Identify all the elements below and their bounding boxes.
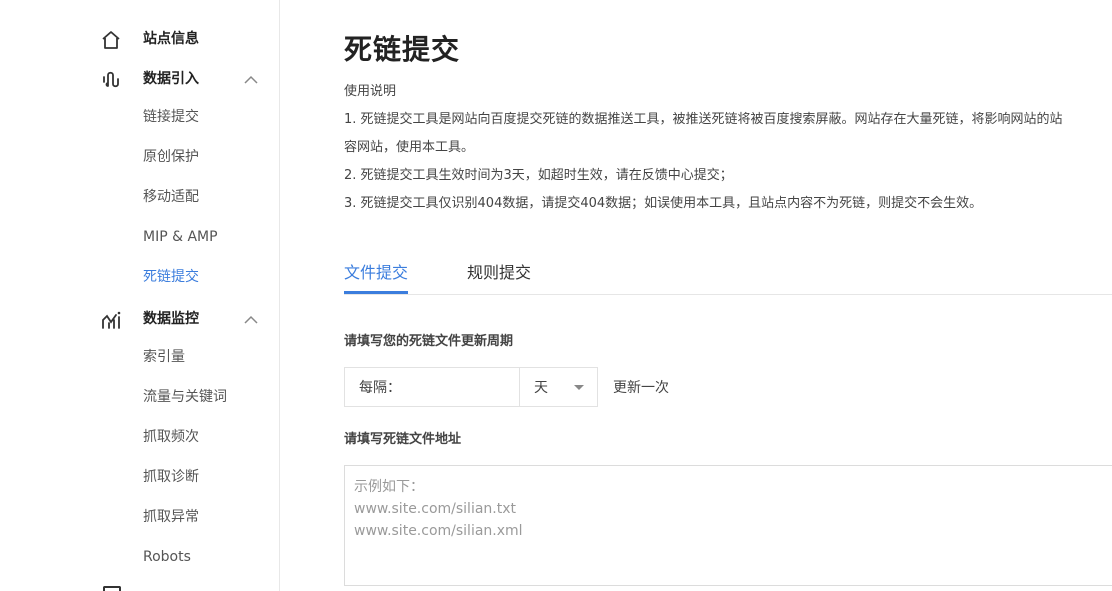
placeholder-line: www.site.com/silian.xml bbox=[354, 523, 523, 539]
sidebar-group-label: 数据监控 bbox=[143, 311, 199, 327]
caret-down-icon bbox=[574, 385, 584, 390]
placeholder-line: 示例如下： bbox=[354, 479, 424, 495]
main-content: 死链提交 使用说明 1. 死链提交工具是网站向百度提交死链的数据推送工具，被推送… bbox=[344, 0, 1112, 591]
active-tab-indicator bbox=[344, 291, 408, 294]
sidebar-item-crawl-errors[interactable]: 抓取异常 bbox=[143, 507, 199, 527]
tab-rule-submit[interactable]: 规则提交 bbox=[467, 259, 531, 283]
sidebar: 站点信息 数据引入 链接提交 原创保护 移动适配 MIP & AMP 死链提交 … bbox=[0, 0, 280, 591]
sidebar-item-robots[interactable]: Robots bbox=[143, 547, 191, 567]
sidebar-item-mobile-adapt[interactable]: 移动适配 bbox=[143, 187, 199, 207]
sidebar-item-traffic-keywords[interactable]: 流量与关键词 bbox=[143, 387, 227, 407]
intro-line-1: 1. 死链提交工具是网站向百度提交死链的数据推送工具，被推送死链将被百度搜索屏蔽… bbox=[344, 112, 1063, 127]
data-import-icon bbox=[100, 69, 122, 91]
period-prefix: 每隔： bbox=[359, 380, 401, 396]
chevron-up-icon[interactable] bbox=[243, 312, 259, 326]
period-control: 每隔： 天 bbox=[344, 367, 598, 407]
home-icon bbox=[100, 29, 122, 51]
page-title: 死链提交 bbox=[344, 33, 461, 66]
sidebar-item-original-protection[interactable]: 原创保护 bbox=[143, 147, 199, 167]
sidebar-item-link-submit[interactable]: 链接提交 bbox=[143, 107, 199, 127]
period-suffix: 更新一次 bbox=[613, 380, 669, 396]
sidebar-item-dead-link-submit[interactable]: 死链提交 bbox=[143, 267, 199, 287]
chart-icon bbox=[100, 309, 122, 331]
sidebar-item-crawl-frequency[interactable]: 抓取频次 bbox=[143, 427, 199, 447]
sidebar-group-label: 数据引入 bbox=[143, 71, 199, 87]
submit-tabs: 文件提交 规则提交 bbox=[344, 252, 1112, 295]
sidebar-item-crawl-diagnosis[interactable]: 抓取诊断 bbox=[143, 467, 199, 487]
intro-line-2: 2. 死链提交工具生效时间为3天，如超时生效，请在反馈中心提交； bbox=[344, 168, 733, 183]
intro-line-3: 3. 死链提交工具仅识别404数据，请提交404数据；如误使用本工具，且站点内容… bbox=[344, 196, 983, 211]
tab-file-submit[interactable]: 文件提交 bbox=[344, 259, 408, 283]
sidebar-item-label: 站点信息 bbox=[143, 31, 199, 47]
period-label: 请填写您的死链文件更新周期 bbox=[344, 334, 514, 349]
next-group-icon bbox=[103, 586, 121, 591]
sidebar-item-site-info[interactable]: 站点信息 bbox=[0, 24, 279, 54]
sidebar-group-data-import[interactable]: 数据引入 bbox=[0, 64, 279, 94]
address-label: 请填写死链文件地址 bbox=[344, 432, 462, 447]
sidebar-item-mip-amp[interactable]: MIP & AMP bbox=[143, 227, 218, 247]
placeholder-line: www.site.com/silian.txt bbox=[354, 501, 516, 517]
period-unit-select[interactable]: 天 bbox=[520, 368, 597, 406]
period-input[interactable]: 每隔： bbox=[345, 368, 520, 406]
intro-line-1-cont: 容网站，使用本工具。 bbox=[344, 140, 475, 155]
dead-link-address-textarea[interactable]: 示例如下： www.site.com/silian.txt www.site.c… bbox=[344, 465, 1112, 586]
sidebar-group-data-monitor[interactable]: 数据监控 bbox=[0, 304, 279, 334]
sidebar-item-index-volume[interactable]: 索引量 bbox=[143, 347, 185, 367]
chevron-up-icon[interactable] bbox=[243, 72, 259, 86]
intro-heading: 使用说明 bbox=[344, 84, 397, 99]
period-unit-value: 天 bbox=[534, 380, 548, 396]
